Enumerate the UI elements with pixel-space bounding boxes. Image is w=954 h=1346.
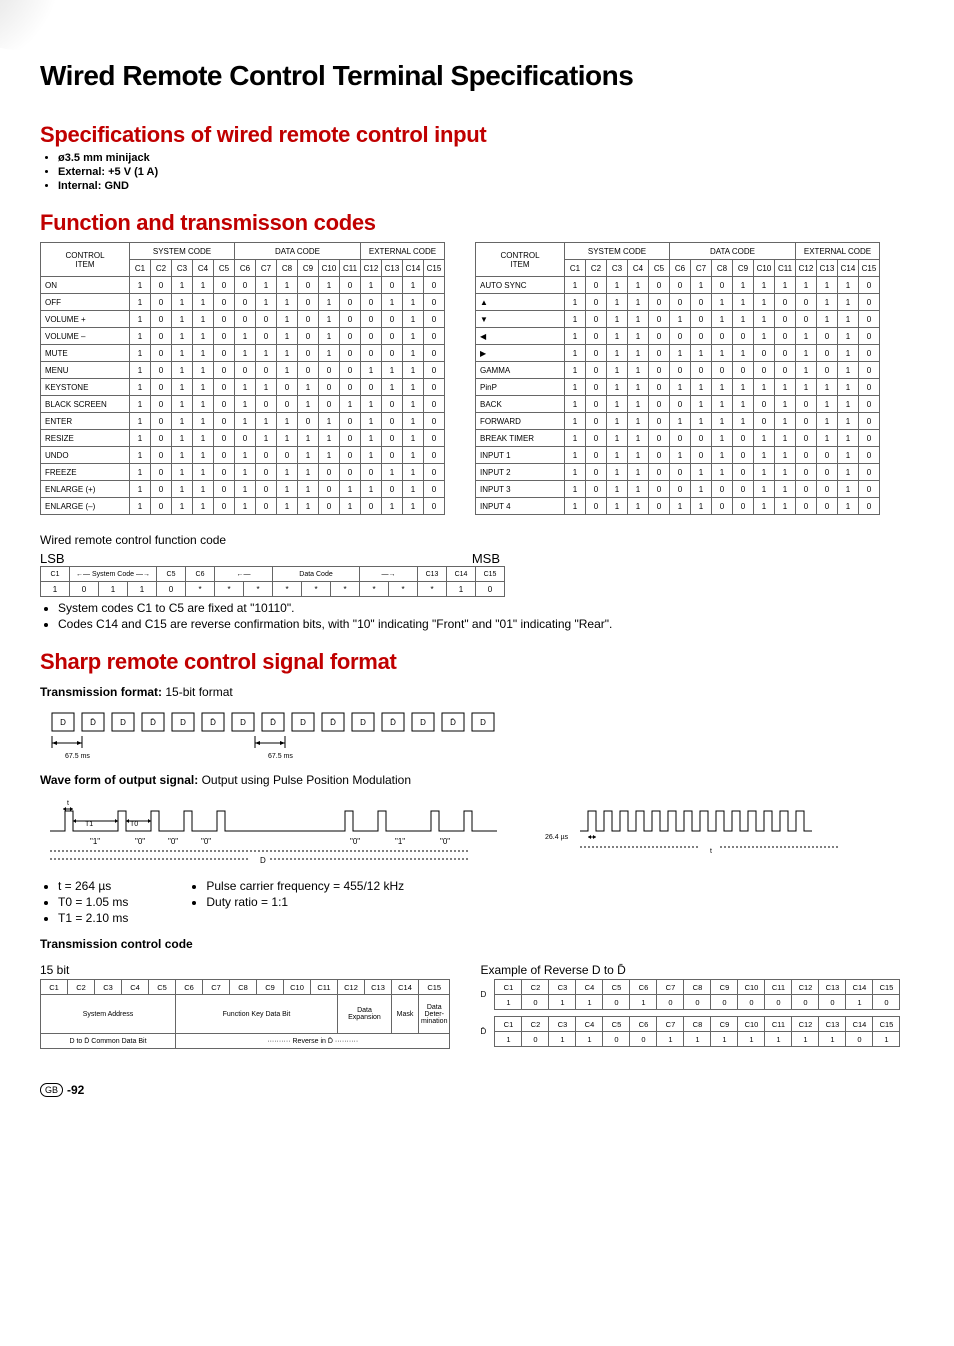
table-row-item: ON: [41, 277, 130, 294]
svg-text:67.5 ms: 67.5 ms: [65, 753, 90, 760]
param: T0 = 1.05 ms: [58, 895, 128, 909]
bit-row-table: C1←— System Code —→C5C6←—Data Code—→C13C…: [40, 566, 505, 597]
svg-text:T1: T1: [85, 821, 93, 828]
page-number: -92: [67, 1083, 84, 1097]
table-row-item: INPUT 2: [476, 464, 565, 481]
trans-format-label: Transmission format:: [40, 685, 162, 699]
svg-text:D: D: [240, 718, 246, 727]
spec-bullet: Internal: GND: [58, 180, 914, 192]
table-row-item: INPUT 1: [476, 447, 565, 464]
bitrow-note: Codes C14 and C15 are reverse confirmati…: [58, 617, 914, 631]
table-row-item: OFF: [41, 294, 130, 311]
table-row-item: ENTER: [41, 413, 130, 430]
page-title: Wired Remote Control Terminal Specificat…: [40, 60, 914, 92]
svg-text:t: t: [67, 800, 69, 807]
tcc-table: C1C2C3C4C5C6C7C8C9C10C11C12C13C14C15Syst…: [40, 979, 450, 1049]
svg-text:"0": "0": [168, 837, 178, 846]
tcc-heading: Transmission control code: [40, 937, 193, 951]
waveform-diagram: t T1 T0 "1" "0" "0" "0" "0" "1" "0" D 26…: [40, 791, 910, 871]
table-row-item: VOLUME +: [41, 311, 130, 328]
svg-text:67.5 ms: 67.5 ms: [268, 753, 293, 760]
svg-text:D: D: [120, 718, 126, 727]
table-row-item: BACK: [476, 396, 565, 413]
code-table: CONTROLITEMSYSTEM CODEDATA CODEEXTERNAL …: [40, 242, 445, 515]
bitrow-note: System codes C1 to C5 are fixed at "1011…: [58, 601, 914, 615]
svg-text:26.4 µs: 26.4 µs: [545, 834, 569, 841]
table-row-item: ▶: [476, 345, 565, 362]
signal-heading: Sharp remote control signal format: [40, 649, 914, 675]
svg-text:D: D: [180, 718, 186, 727]
svg-text:"0": "0": [440, 837, 450, 846]
spec-bullet: External: +5 V (1 A): [58, 166, 914, 178]
transmission-format-diagram: D D̄ D D̄ D D̄ D D̄ D D̄ D D̄ D D̄ D 67.5 ms 67.5 ms: [40, 703, 510, 763]
svg-text:D: D: [480, 718, 486, 727]
example-label: Example of Reverse D to D̄: [480, 963, 900, 977]
table-row-item: FORWARD: [476, 413, 565, 430]
table-row-item: BLACK SCREEN: [41, 396, 130, 413]
svg-text:D: D: [300, 718, 306, 727]
svg-text:D: D: [420, 718, 426, 727]
param: t = 264 µs: [58, 879, 128, 893]
svg-text:D̄: D̄: [210, 718, 216, 727]
spec-bullet: ø3.5 mm minijack: [58, 152, 914, 164]
table-row-item: RESIZE: [41, 430, 130, 447]
table-row-item: ENLARGE (–): [41, 498, 130, 515]
table-row-item: ▲: [476, 294, 565, 311]
svg-text:"1": "1": [90, 837, 100, 846]
table-row-item: UNDO: [41, 447, 130, 464]
table-row-item: INPUT 3: [476, 481, 565, 498]
table-row-item: AUTO SYNC: [476, 277, 565, 294]
table-row-item: FREEZE: [41, 464, 130, 481]
lsb-label: LSB: [40, 551, 65, 566]
table-row-item: ENLARGE (+): [41, 481, 130, 498]
func-heading: Function and transmisson codes: [40, 210, 914, 236]
svg-text:D: D: [60, 718, 66, 727]
param: Pulse carrier frequency = 455/12 kHz: [206, 879, 404, 893]
table-row-item: VOLUME –: [41, 328, 130, 345]
table-row-item: INPUT 4: [476, 498, 565, 515]
tcc-15bit: 15 bit: [40, 963, 450, 977]
table-row-item: ▼: [476, 311, 565, 328]
svg-text:"1": "1": [395, 837, 405, 846]
svg-text:t: t: [710, 848, 712, 855]
trans-format-val: 15-bit format: [165, 685, 232, 699]
table-row-item: PinP: [476, 379, 565, 396]
param: Duty ratio = 1:1: [206, 895, 404, 909]
table-row-item: ◀: [476, 328, 565, 345]
spec-heading: Specifications of wired remote control i…: [40, 122, 914, 148]
param: T1 = 2.10 ms: [58, 911, 128, 925]
svg-text:D: D: [360, 718, 366, 727]
code-table: CONTROLITEMSYSTEM CODEDATA CODEEXTERNAL …: [475, 242, 880, 515]
svg-text:D̄: D̄: [390, 718, 396, 727]
svg-text:D̄: D̄: [90, 718, 96, 727]
svg-text:D: D: [260, 856, 266, 865]
svg-text:"0": "0": [350, 837, 360, 846]
spec-bullets: ø3.5 mm minijack External: +5 V (1 A) In…: [40, 152, 914, 192]
wave-label: Wave form of output signal:: [40, 773, 198, 787]
gb-badge: GB: [40, 1083, 63, 1097]
wave-val: Output using Pulse Position Modulation: [202, 773, 411, 787]
svg-text:D̄: D̄: [450, 718, 456, 727]
svg-text:"0": "0": [201, 837, 211, 846]
table-row-item: MENU: [41, 362, 130, 379]
table-row-item: BREAK TIMER: [476, 430, 565, 447]
svg-text:D̄: D̄: [330, 718, 336, 727]
svg-text:D̄: D̄: [270, 718, 276, 727]
params-right: Pulse carrier frequency = 455/12 kHz Dut…: [188, 877, 404, 927]
svg-text:"0": "0": [135, 837, 145, 846]
func-code-label: Wired remote control function code: [40, 533, 914, 547]
table-row-item: GAMMA: [476, 362, 565, 379]
table-row-item: MUTE: [41, 345, 130, 362]
msb-label: MSB: [472, 551, 500, 566]
params-left: t = 264 µs T0 = 1.05 ms T1 = 2.10 ms: [40, 877, 128, 927]
svg-text:D̄: D̄: [150, 718, 156, 727]
table-row-item: KEYSTONE: [41, 379, 130, 396]
svg-text:T0: T0: [130, 821, 138, 828]
